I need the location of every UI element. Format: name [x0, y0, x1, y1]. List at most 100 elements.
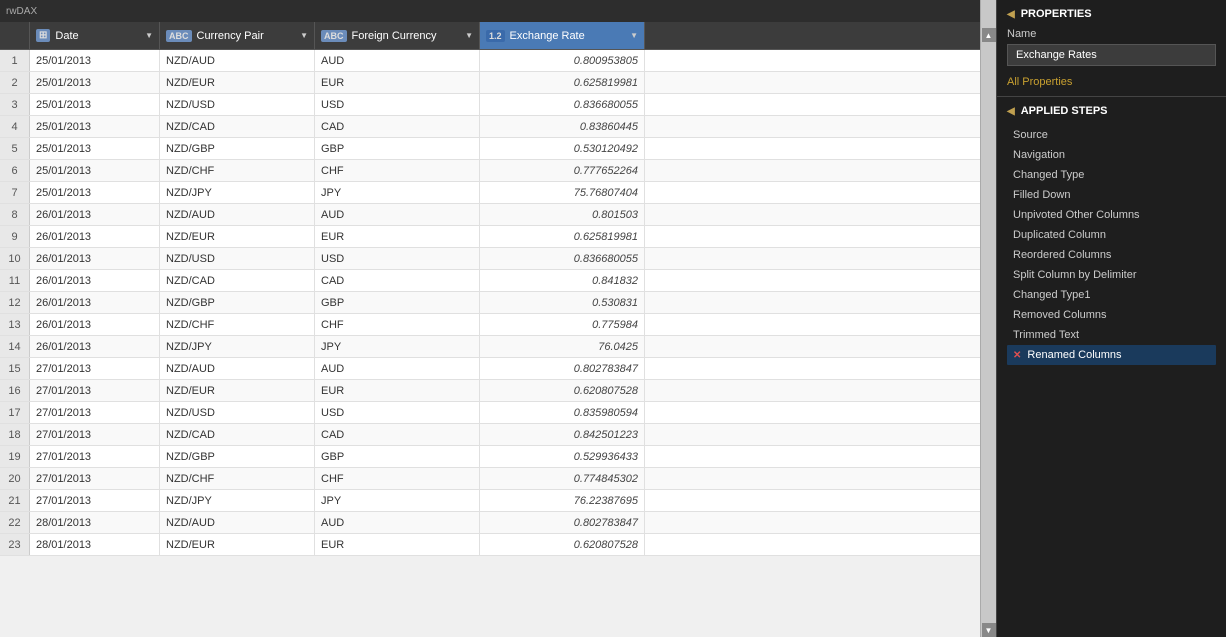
cell-date: 27/01/2013 [30, 424, 160, 445]
cell-rate: 76.22387695 [480, 490, 645, 511]
table-row: 4 25/01/2013 NZD/CAD CAD 0.83860445 [0, 116, 980, 138]
cell-foreign: GBP [315, 138, 480, 159]
right-panel: ◀ PROPERTIES Name Exchange Rates All Pro… [996, 0, 1226, 637]
row-num: 20 [0, 468, 30, 489]
cell-foreign: USD [315, 402, 480, 423]
table-row: 13 26/01/2013 NZD/CHF CHF 0.775984 [0, 314, 980, 336]
cell-date: 25/01/2013 [30, 182, 160, 203]
step-item-changed_type[interactable]: Changed Type [1007, 165, 1216, 185]
step-item-changed_type1[interactable]: Changed Type1 [1007, 285, 1216, 305]
applied-steps-section: ◀ APPLIED STEPS SourceNavigation Changed … [997, 97, 1226, 637]
row-num: 23 [0, 534, 30, 555]
foreign-dropdown-icon[interactable]: ▼ [465, 31, 473, 40]
scroll-up-button[interactable]: ▲ [982, 28, 996, 42]
col-header-foreign[interactable]: ABC Foreign Currency ▼ [315, 22, 480, 49]
all-properties-link[interactable]: All Properties [1007, 76, 1072, 88]
applied-steps-arrow: ◀ [1007, 106, 1015, 117]
col-header-rate[interactable]: 1.2 Exchange Rate ▼ [480, 22, 645, 49]
table-row: 20 27/01/2013 NZD/CHF CHF 0.774845302 [0, 468, 980, 490]
cell-rate: 0.530831 [480, 292, 645, 313]
cell-pair: NZD/AUD [160, 204, 315, 225]
step-item-duplicated_column[interactable]: Duplicated Column [1007, 225, 1216, 245]
table-row: 23 28/01/2013 NZD/EUR EUR 0.620807528 [0, 534, 980, 556]
cell-foreign: AUD [315, 512, 480, 533]
table-row: 3 25/01/2013 NZD/USD USD 0.836680055 [0, 94, 980, 116]
cell-pair: NZD/CHF [160, 160, 315, 181]
name-value[interactable]: Exchange Rates [1007, 44, 1216, 66]
cell-pair: NZD/CAD [160, 424, 315, 445]
cell-date: 28/01/2013 [30, 512, 160, 533]
step-item-navigation[interactable]: Navigation [1007, 145, 1216, 165]
cell-foreign: GBP [315, 446, 480, 467]
step-label: Reordered Columns [1013, 249, 1111, 261]
cell-rate: 0.841832 [480, 270, 645, 291]
table-row: 1 25/01/2013 NZD/AUD AUD 0.800953805 [0, 50, 980, 72]
step-item-reordered_columns[interactable]: Reordered Columns [1007, 245, 1216, 265]
cell-rate: 0.620807528 [480, 380, 645, 401]
cell-foreign: CAD [315, 116, 480, 137]
col-header-pair[interactable]: ABC Currency Pair ▼ [160, 22, 315, 49]
col-header-date[interactable]: ⊞ Date ▼ [30, 22, 160, 49]
cell-rate: 0.802783847 [480, 512, 645, 533]
table-row: 16 27/01/2013 NZD/EUR EUR 0.620807528 [0, 380, 980, 402]
cell-foreign: CAD [315, 270, 480, 291]
properties-title: PROPERTIES [1021, 8, 1092, 20]
cell-rate: 0.777652264 [480, 160, 645, 181]
step-item-source[interactable]: Source [1007, 125, 1216, 145]
cell-rate: 0.530120492 [480, 138, 645, 159]
date-dropdown-icon[interactable]: ▼ [145, 31, 153, 40]
step-item-trimmed_text[interactable]: Trimmed Text [1007, 325, 1216, 345]
scroll-down-button[interactable]: ▼ [982, 623, 996, 637]
cell-date: 28/01/2013 [30, 534, 160, 555]
cell-rate: 0.802783847 [480, 358, 645, 379]
cell-rate: 0.620807528 [480, 534, 645, 555]
row-num: 17 [0, 402, 30, 423]
table-row: 6 25/01/2013 NZD/CHF CHF 0.777652264 [0, 160, 980, 182]
cell-date: 27/01/2013 [30, 402, 160, 423]
table-row: 11 26/01/2013 NZD/CAD CAD 0.841832 [0, 270, 980, 292]
row-num-header [0, 22, 30, 49]
step-item-renamed_columns[interactable]: ✕Renamed Columns [1007, 345, 1216, 365]
rate-type-icon: 1.2 [486, 30, 505, 42]
step-item-removed_columns[interactable]: Removed Columns [1007, 305, 1216, 325]
table-row: 17 27/01/2013 NZD/USD USD 0.835980594 [0, 402, 980, 424]
step-item-filled_down[interactable]: Filled Down [1007, 185, 1216, 205]
cell-rate: 0.835980594 [480, 402, 645, 423]
cell-pair: NZD/USD [160, 94, 315, 115]
step-item-unpivoted_other_columns[interactable]: Unpivoted Other Columns [1007, 205, 1216, 225]
col-date-label: Date [55, 30, 78, 42]
cell-foreign: EUR [315, 72, 480, 93]
pair-dropdown-icon[interactable]: ▼ [300, 31, 308, 40]
step-item-split_column[interactable]: Split Column by Delimiter [1007, 265, 1216, 285]
row-num: 8 [0, 204, 30, 225]
cell-date: 27/01/2013 [30, 468, 160, 489]
cell-pair: NZD/AUD [160, 512, 315, 533]
row-num: 18 [0, 424, 30, 445]
cell-date: 27/01/2013 [30, 358, 160, 379]
table-area: rwDAX ⊞ Date ▼ ABC Currency Pair ▼ ABC F… [0, 0, 980, 637]
rate-dropdown-icon[interactable]: ▼ [630, 31, 638, 40]
table-header: ⊞ Date ▼ ABC Currency Pair ▼ ABC Foreign… [0, 22, 980, 50]
applied-steps-header: ◀ APPLIED STEPS [1007, 105, 1216, 117]
row-num: 3 [0, 94, 30, 115]
scrollbar[interactable]: ▲ ▼ [980, 0, 996, 637]
row-num: 7 [0, 182, 30, 203]
cell-date: 27/01/2013 [30, 446, 160, 467]
cell-rate: 0.625819981 [480, 72, 645, 93]
step-label: Removed Columns [1013, 309, 1107, 321]
row-num: 12 [0, 292, 30, 313]
cell-rate: 0.800953805 [480, 50, 645, 71]
col-rate-label: Exchange Rate [510, 30, 585, 42]
cell-rate: 0.775984 [480, 314, 645, 335]
applied-steps-title: APPLIED STEPS [1021, 105, 1108, 117]
step-label: Split Column by Delimiter [1013, 269, 1136, 281]
table-row: 22 28/01/2013 NZD/AUD AUD 0.802783847 [0, 512, 980, 534]
table-row: 14 26/01/2013 NZD/JPY JPY 76.0425 [0, 336, 980, 358]
table-body: 1 25/01/2013 NZD/AUD AUD 0.800953805 2 2… [0, 50, 980, 637]
properties-section: ◀ PROPERTIES Name Exchange Rates All Pro… [997, 0, 1226, 96]
cell-date: 26/01/2013 [30, 270, 160, 291]
cell-date: 25/01/2013 [30, 160, 160, 181]
step-label: Changed Type [1013, 169, 1084, 181]
table-row: 21 27/01/2013 NZD/JPY JPY 76.22387695 [0, 490, 980, 512]
cell-pair: NZD/CAD [160, 270, 315, 291]
